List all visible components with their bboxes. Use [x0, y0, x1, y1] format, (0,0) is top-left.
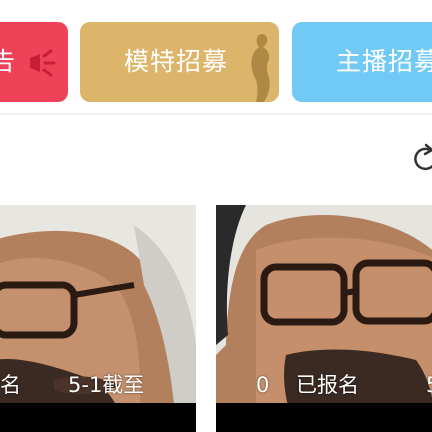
recruit-card[interactable]: 0 已报名 5 — [216, 205, 432, 432]
model-recruit-label: 模特招募 — [124, 47, 229, 76]
ad-banner-label: 告 — [0, 47, 17, 76]
host-recruit-label: 主播招募 — [336, 47, 432, 76]
card-caption-left: 名 — [0, 373, 21, 397]
card-deadline: 5-1截至 — [68, 373, 145, 397]
card-caption-left: 0 — [256, 373, 270, 397]
card-caption-right: 5 — [426, 370, 432, 400]
card-status: 已报名 — [296, 373, 359, 397]
megaphone-icon — [30, 49, 56, 77]
refresh-icon[interactable] — [412, 142, 432, 176]
divider — [0, 113, 432, 115]
banner-row: 告 模特招募 主播招募 — [0, 0, 432, 118]
recruit-card[interactable]: 名 5-1截至 — [0, 205, 196, 432]
ad-banner[interactable]: 告 — [0, 22, 68, 102]
silhouette-icon — [251, 34, 270, 102]
host-recruit-banner[interactable]: 主播招募 — [292, 22, 432, 102]
